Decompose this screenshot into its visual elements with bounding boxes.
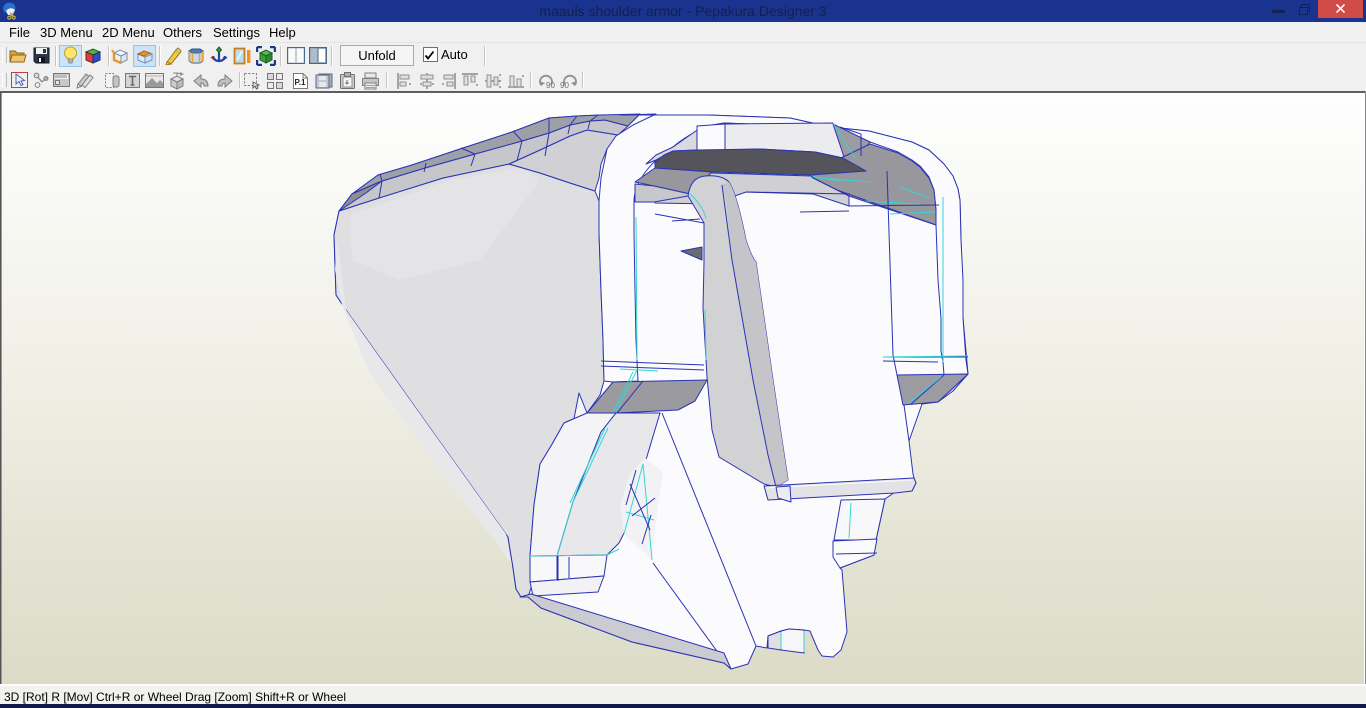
svg-text:90: 90 (560, 81, 569, 90)
svg-text:P.1: P.1 (295, 78, 307, 87)
svg-text:90: 90 (546, 81, 555, 90)
